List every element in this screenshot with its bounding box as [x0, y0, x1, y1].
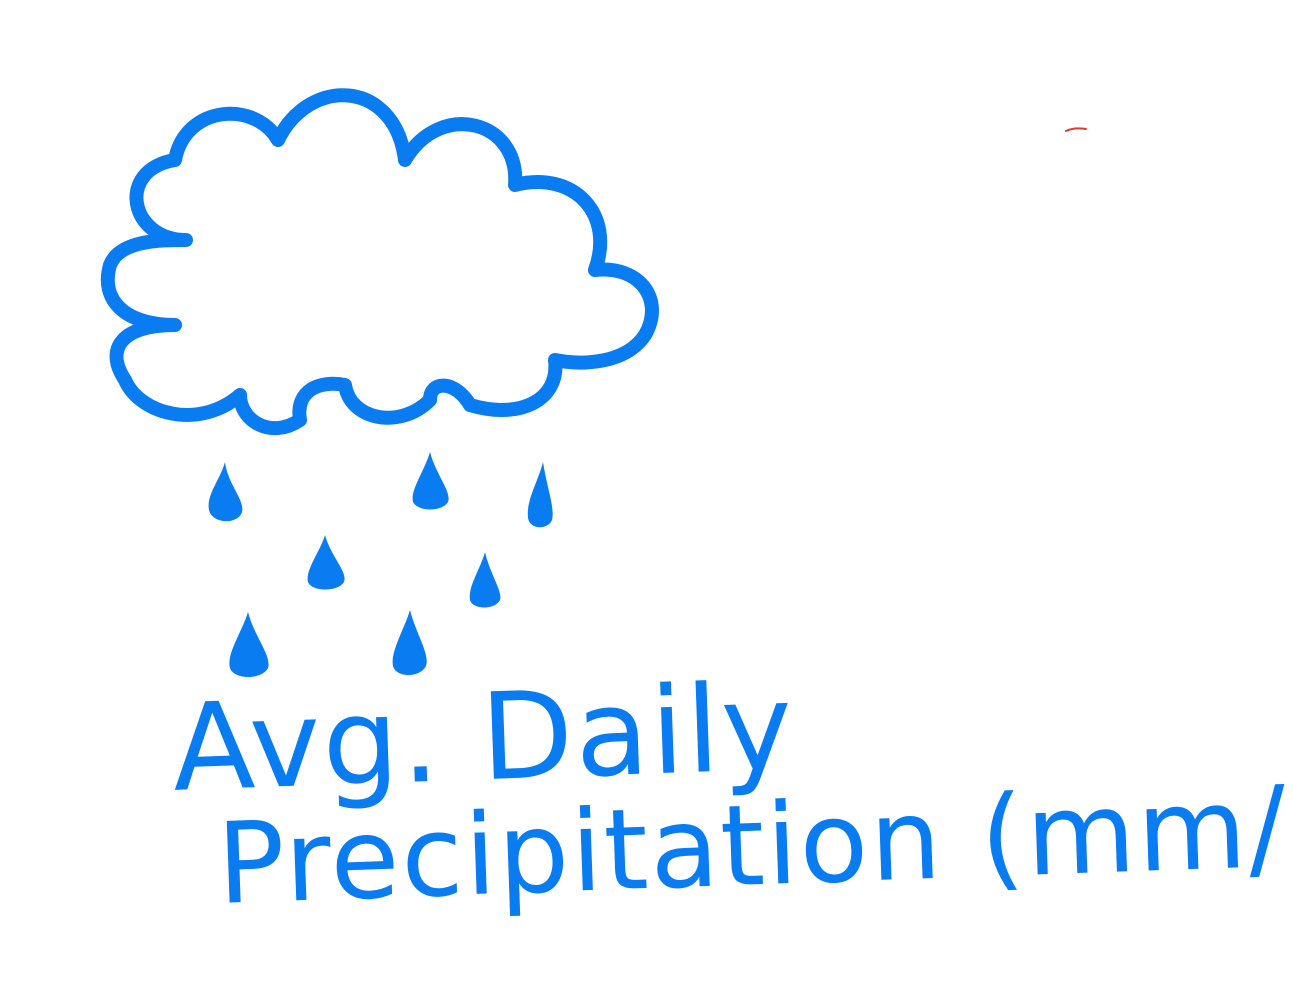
- raindrop-icon: [412, 452, 449, 510]
- raindrop-icon: [469, 552, 501, 608]
- raindrop-icon: [208, 462, 243, 522]
- raindrops: [208, 452, 553, 677]
- raindrop-icon: [307, 535, 345, 590]
- cloud-icon: [100, 88, 659, 436]
- stray-mark: [1065, 127, 1087, 132]
- raindrop-icon: [229, 612, 269, 677]
- raindrop-icon: [392, 610, 427, 675]
- raindrop-icon: [527, 462, 553, 528]
